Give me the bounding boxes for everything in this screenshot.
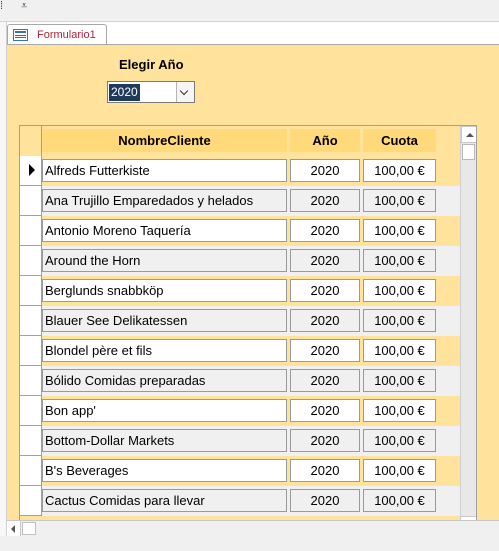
table-row[interactable]: Bon app' 2020 100,00 € <box>20 396 460 426</box>
horizontal-scrollbar[interactable] <box>7 520 499 536</box>
record-selector[interactable] <box>20 456 42 486</box>
cell-name[interactable]: Around the Horn <box>42 249 287 272</box>
table-row[interactable]: Berglunds snabbköp 2020 100,00 € <box>20 276 460 306</box>
record-selector[interactable] <box>20 186 42 216</box>
record-selector[interactable] <box>20 426 42 456</box>
record-selector[interactable] <box>20 306 42 336</box>
cell-name[interactable]: Cactus Comidas para llevar <box>42 489 287 512</box>
table-row[interactable]: Ana Trujillo Emparedados y helados 2020 10… <box>20 186 460 216</box>
cell-quota[interactable]: 100,00 € <box>363 459 436 482</box>
table-row[interactable]: Around the Horn 2020 100,00 € <box>20 246 460 276</box>
table-row[interactable]: Blauer See Delikatessen 2020 100,00 € <box>20 306 460 336</box>
form-icon <box>13 29 28 41</box>
table-row[interactable]: B's Beverages 2020 100,00 € <box>20 456 460 486</box>
cell-quota[interactable]: 100,00 € <box>363 339 436 362</box>
status-strip <box>0 536 499 551</box>
record-selector[interactable] <box>20 156 42 186</box>
table-header: NombreCliente Año Cuota <box>20 126 460 156</box>
cell-name[interactable]: Bottom-Dollar Markets <box>42 429 287 452</box>
customers-subform: NombreCliente Año Cuota Alfreds Futterki… <box>19 125 477 521</box>
table-row[interactable]: Cactus Comidas para llevar 2020 100,00 € <box>20 486 460 516</box>
form-body: Elegir Año 2020 NombreCliente Año Cuota … <box>7 44 499 521</box>
column-header-year: Año <box>290 129 360 152</box>
cell-name[interactable]: Blauer See Delikatessen <box>42 309 287 332</box>
cell-quota[interactable]: 100,00 € <box>363 219 436 242</box>
cell-name[interactable]: Blondel père et fils <box>42 339 287 362</box>
cell-quota[interactable]: 100,00 € <box>363 249 436 272</box>
cell-name[interactable]: B's Beverages <box>42 459 287 482</box>
cell-year[interactable]: 2020 <box>290 219 360 242</box>
table-row[interactable]: Blondel père et fils 2020 100,00 € <box>20 336 460 366</box>
tab-label: Formulario1 <box>37 29 96 41</box>
cell-quota[interactable]: 100,00 € <box>363 189 436 212</box>
year-combo-value[interactable]: 2020 <box>109 84 140 101</box>
column-header-name: NombreCliente <box>42 129 287 152</box>
table-row[interactable]: Bottom-Dollar Markets 2020 100,00 € <box>20 426 460 456</box>
table-row[interactable]: Antonio Moreno Taquería 2020 100,00 € <box>20 216 460 246</box>
header-selector <box>20 126 42 156</box>
scroll-up-icon[interactable] <box>461 126 476 143</box>
record-selector[interactable] <box>20 486 42 516</box>
cell-year[interactable]: 2020 <box>290 249 360 272</box>
record-selector[interactable] <box>20 336 42 366</box>
record-selector[interactable] <box>20 396 42 426</box>
cell-year[interactable]: 2020 <box>290 429 360 452</box>
cell-quota[interactable]: 100,00 € <box>363 309 436 332</box>
cell-quota[interactable]: 100,00 € <box>363 399 436 422</box>
record-selector[interactable] <box>20 276 42 306</box>
column-header-quota: Cuota <box>363 129 436 152</box>
chevron-down-icon[interactable] <box>176 82 194 102</box>
table-row[interactable]: Bólido Comidas preparadas 2020 100,00 € <box>20 366 460 396</box>
cell-name[interactable]: Antonio Moreno Taquería <box>42 219 287 242</box>
cell-name[interactable]: Berglunds snabbköp <box>42 279 287 302</box>
cell-year[interactable]: 2020 <box>290 189 360 212</box>
cell-year[interactable]: 2020 <box>290 489 360 512</box>
navigation-pane-edge <box>0 22 7 536</box>
cell-year[interactable]: 2020 <box>290 279 360 302</box>
cell-year[interactable]: 2020 <box>290 159 360 182</box>
cell-quota[interactable]: 100,00 € <box>363 279 436 302</box>
quick-access-edge-icon: ⁞ <box>0 0 4 12</box>
cell-quota[interactable]: 100,00 € <box>363 429 436 452</box>
cell-year[interactable]: 2020 <box>290 459 360 482</box>
cell-quota[interactable]: 100,00 € <box>363 159 436 182</box>
record-selector[interactable] <box>20 216 42 246</box>
scroll-thumb[interactable] <box>462 144 475 160</box>
cell-year[interactable]: 2020 <box>290 339 360 362</box>
record-selector[interactable] <box>20 366 42 396</box>
tab-formulario1[interactable]: Formulario1 <box>7 24 107 45</box>
cell-name[interactable]: Alfreds Futterkiste <box>42 159 287 182</box>
cell-quota[interactable]: 100,00 € <box>363 489 436 512</box>
cell-year[interactable]: 2020 <box>290 399 360 422</box>
cell-name[interactable]: Ana Trujillo Emparedados y helados <box>42 189 287 212</box>
cell-year[interactable]: 2020 <box>290 309 360 332</box>
table-row[interactable]: Alfreds Futterkiste 2020 100,00 € <box>20 156 460 186</box>
cell-name[interactable]: Bon app' <box>42 399 287 422</box>
toolbar-strip: ⁞ ⩡ <box>0 0 499 22</box>
cell-year[interactable]: 2020 <box>290 369 360 392</box>
cell-quota[interactable]: 100,00 € <box>363 369 436 392</box>
horizontal-scroll-thumb[interactable] <box>22 522 36 535</box>
vertical-scrollbar[interactable] <box>460 126 476 520</box>
year-chooser-label: Elegir Año <box>119 57 184 72</box>
cell-name[interactable]: Bólido Comidas preparadas <box>42 369 287 392</box>
year-combo-box[interactable]: 2020 <box>107 81 195 103</box>
scroll-left-icon[interactable] <box>7 521 21 536</box>
current-record-arrow-icon <box>29 164 35 176</box>
customize-toolbar-chevron-icon[interactable]: ⩡ <box>21 0 27 12</box>
record-selector[interactable] <box>20 246 42 276</box>
